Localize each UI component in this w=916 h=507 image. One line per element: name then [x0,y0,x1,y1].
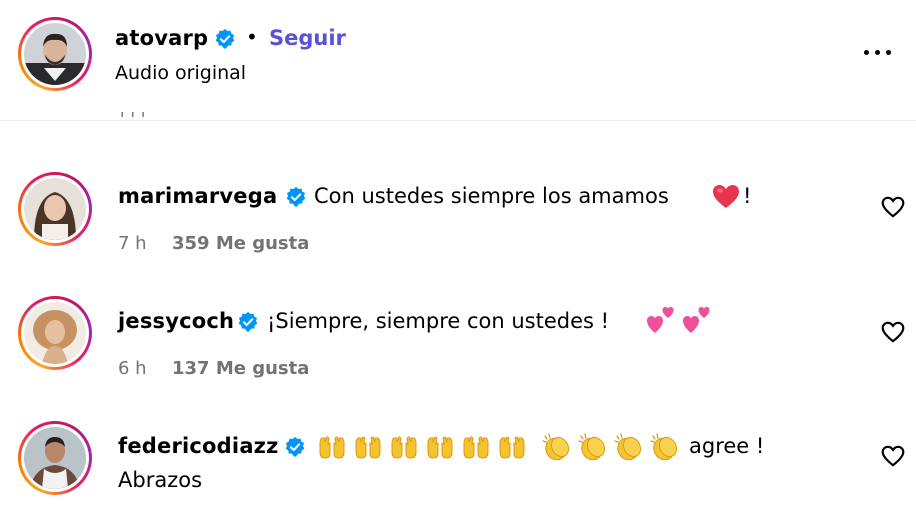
comment-likes-count[interactable]: 137 Me gusta [172,358,309,379]
clapping-hands-emoji [650,433,678,461]
commenter-avatar[interactable] [18,421,92,495]
verified-badge-icon [286,186,306,207]
commenter-username[interactable]: federicodiazz [118,434,279,458]
verified-badge-icon [215,28,235,49]
heart-outline-icon[interactable] [880,319,906,345]
comment-text-line-2: Abrazos [118,468,203,492]
comment-text: agree ! [689,434,765,458]
raising-hands-emoji [319,436,345,459]
two-hearts-emoji [647,307,674,333]
comment-text: Con ustedes siempre los amamos [314,184,669,208]
red-heart-emoji [713,185,739,208]
raising-hands-emoji [391,436,417,459]
commenter-avatar[interactable] [18,172,92,246]
follow-button[interactable]: Seguir [269,26,346,50]
verified-badge-icon [285,436,305,457]
comment-time[interactable]: 7 h [118,233,147,254]
separator-dot: • [246,25,258,49]
audio-original-link[interactable]: Audio original [115,62,246,84]
clapping-hands-emoji [542,433,570,461]
commenter-avatar[interactable] [18,296,92,370]
raising-hands-emoji [427,436,453,459]
more-options-icon[interactable] [862,46,896,60]
comment-text: ¡Siempre, siempre con ustedes ! [267,309,610,333]
clapping-hands-emoji [578,433,606,461]
raising-hands-emoji [355,436,381,459]
comment-text-end: ! [743,184,752,208]
raising-hands-emoji [499,436,525,459]
author-avatar[interactable] [18,17,92,91]
two-hearts-emoji [683,307,710,333]
raising-hands-emoji [463,436,489,459]
verified-badge-icon [238,311,258,332]
heart-outline-icon[interactable] [880,443,906,469]
comment-time[interactable]: 6 h [118,358,147,379]
clapping-hands-emoji [614,433,642,461]
commenter-username[interactable]: marimarvega [118,184,277,208]
author-username[interactable]: atovarp [115,26,208,50]
post-header: atovarp • Seguir Audio original [0,0,916,121]
commenter-username[interactable]: jessycoch [118,309,234,333]
scrolled-content-residue: ııı [120,112,164,121]
heart-outline-icon[interactable] [880,194,906,220]
comment-likes-count[interactable]: 359 Me gusta [172,233,309,254]
